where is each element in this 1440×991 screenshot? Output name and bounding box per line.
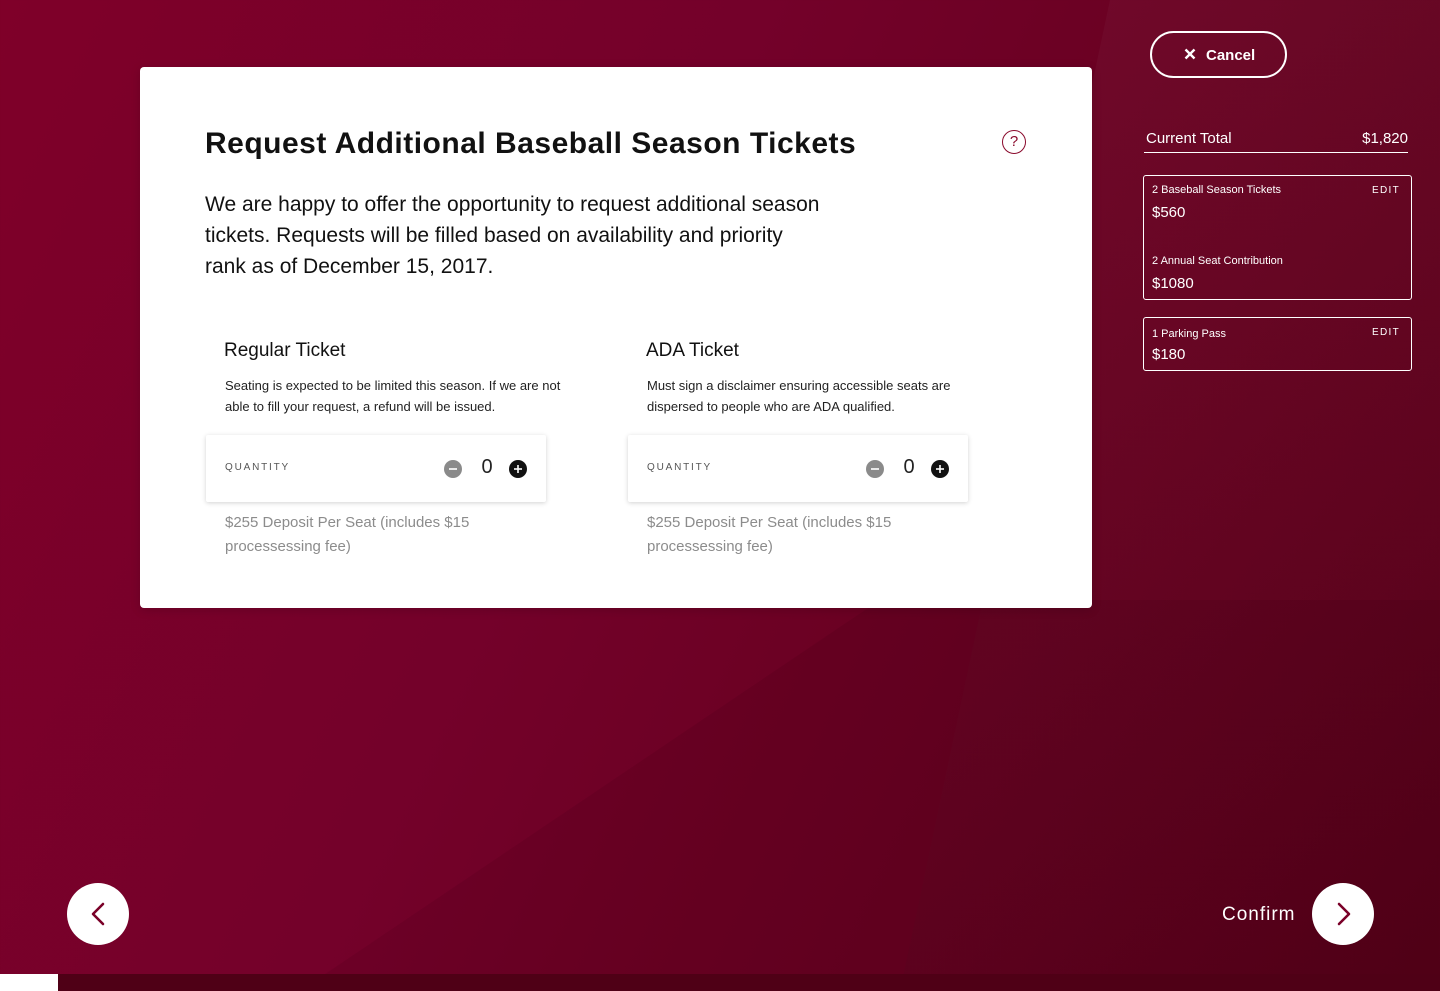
bottom-edge-block	[0, 974, 58, 991]
plus-circle-icon[interactable]	[509, 460, 527, 478]
ticket-name: ADA Ticket	[646, 340, 739, 361]
quantity-value: 0	[903, 456, 915, 478]
order-summary-box: EDIT 1 Parking Pass $180	[1143, 317, 1412, 371]
summary-item-price: $560	[1152, 204, 1186, 221]
summary-item-price: $180	[1152, 346, 1186, 363]
summary-item-name: 2 Annual Seat Contribution	[1152, 255, 1283, 267]
back-button[interactable]	[67, 883, 129, 945]
order-summary-box: EDIT 2 Baseball Season Tickets $560 2 An…	[1143, 175, 1412, 300]
minus-circle-icon[interactable]	[444, 460, 462, 478]
confirm-label[interactable]: Confirm	[1222, 904, 1296, 926]
minus-circle-icon[interactable]	[866, 460, 884, 478]
question-circle-icon[interactable]: ?	[1002, 130, 1026, 154]
close-icon	[1184, 48, 1196, 60]
quantity-label: QUANTITY	[647, 462, 712, 473]
ticket-price-note: $255 Deposit Per Seat (includes $15 proc…	[225, 514, 470, 555]
background-shape	[300, 600, 1440, 991]
edit-link[interactable]: EDIT	[1372, 327, 1400, 338]
chevron-right-icon	[1337, 902, 1351, 926]
confirm-button[interactable]	[1312, 883, 1374, 945]
intro-text: We are happy to offer the opportunity to…	[205, 193, 820, 278]
quantity-stepper: QUANTITY 0	[628, 435, 968, 502]
plus-circle-icon[interactable]	[931, 460, 949, 478]
ticket-description: Seating is expected to be limited this s…	[225, 378, 561, 414]
page-title: Request Additional Baseball Season Ticke…	[205, 127, 857, 160]
summary-item-name: 2 Baseball Season Tickets	[1152, 184, 1282, 196]
chevron-left-icon	[91, 902, 105, 926]
request-tickets-card: Request Additional Baseball Season Ticke…	[140, 67, 1092, 608]
edit-link[interactable]: EDIT	[1372, 185, 1400, 196]
ticket-price-note: $255 Deposit Per Seat (includes $15 proc…	[647, 514, 892, 555]
cancel-label: Cancel	[1206, 47, 1256, 64]
quantity-stepper: QUANTITY 0	[206, 435, 546, 502]
ticket-name: Regular Ticket	[224, 340, 346, 361]
ticket-description: Must sign a disclaimer ensuring accessib…	[647, 378, 951, 414]
quantity-label: QUANTITY	[225, 462, 290, 473]
current-total: Current Total $1,820	[1144, 130, 1408, 153]
current-total-value: $1,820	[1362, 130, 1408, 147]
quantity-value: 0	[481, 456, 493, 478]
cancel-button[interactable]: Cancel	[1150, 31, 1287, 78]
summary-item-price: $1080	[1152, 275, 1194, 292]
summary-item-name: 1 Parking Pass	[1152, 328, 1226, 340]
bottom-edge-strip	[58, 974, 1440, 991]
current-total-label: Current Total	[1146, 130, 1232, 147]
